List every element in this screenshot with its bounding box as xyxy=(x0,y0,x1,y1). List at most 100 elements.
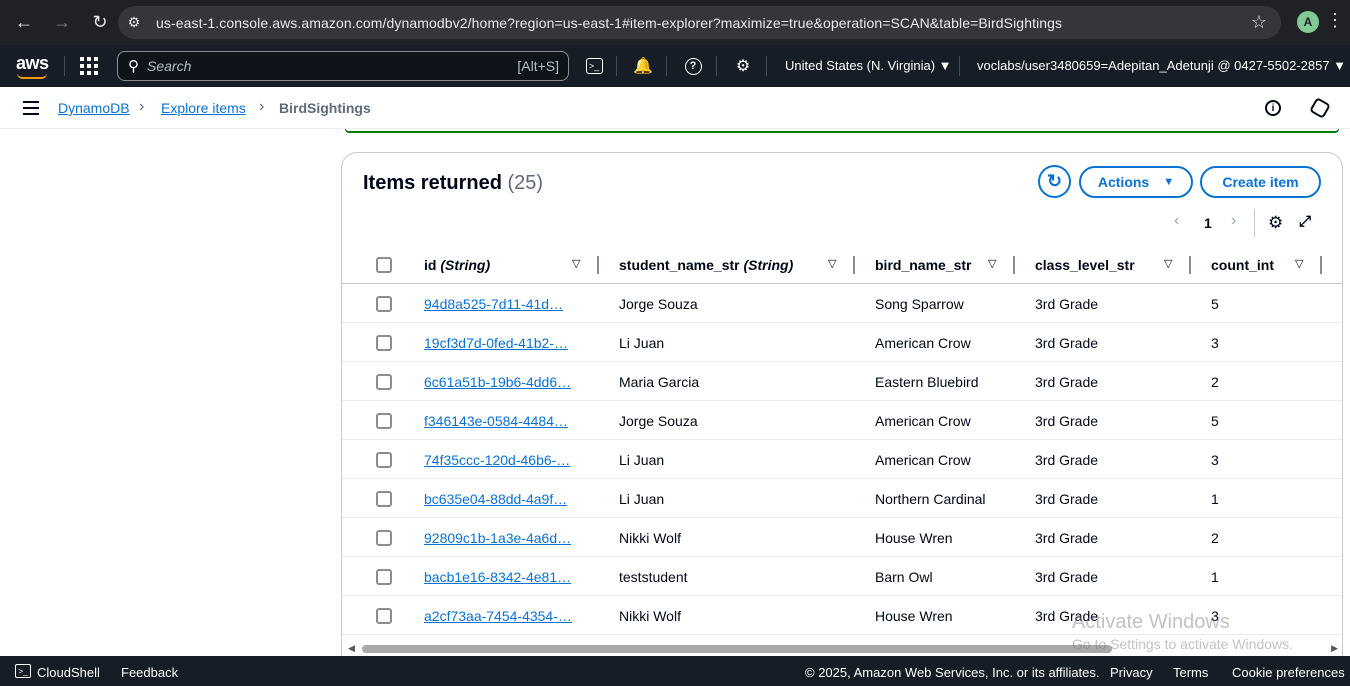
col-header-student-name[interactable]: student_name_str (String) xyxy=(619,257,793,273)
refresh-button[interactable]: ↻ xyxy=(1038,165,1071,198)
col-resizer[interactable] xyxy=(1189,256,1191,274)
col-header-id[interactable]: id (String) xyxy=(424,257,490,273)
row-checkbox[interactable] xyxy=(376,608,392,624)
item-id-link[interactable]: 6c61a51b-19b6-4dd6… xyxy=(424,374,571,390)
breadcrumb-explore-items[interactable]: Explore items xyxy=(161,100,246,116)
table-row[interactable]: 94d8a525-7d11-41d… Jorge Souza Song Spar… xyxy=(342,284,1342,323)
cell-count: 5 xyxy=(1211,296,1219,312)
create-item-button[interactable]: Create item xyxy=(1200,166,1321,198)
help-icon[interactable]: ? xyxy=(681,54,705,78)
cloudshell-icon[interactable]: >_ xyxy=(15,664,31,678)
item-id-link[interactable]: a2cf73aa-7454-4354-… xyxy=(424,608,572,624)
item-id-link[interactable]: 94d8a525-7d11-41d… xyxy=(424,296,563,312)
bell-icon[interactable]: 🔔 xyxy=(631,54,655,78)
row-checkbox[interactable] xyxy=(376,491,392,507)
sort-caret-icon[interactable]: ▽ xyxy=(988,257,996,270)
row-checkbox[interactable] xyxy=(376,335,392,351)
windows-watermark-subtitle: Go to Settings to activate Windows. xyxy=(1072,636,1293,652)
pager-current-page[interactable]: 1 xyxy=(1204,215,1212,231)
col-header-bird-name[interactable]: bird_name_str xyxy=(875,257,971,273)
col-header-count[interactable]: count_int xyxy=(1211,257,1274,273)
kebab-menu-icon[interactable]: ⋮ xyxy=(1326,10,1344,31)
copyright-text: © 2025, Amazon Web Services, Inc. or its… xyxy=(805,665,1100,680)
region-selector[interactable]: United States (N. Virginia) ▼ xyxy=(785,58,952,73)
pager-next-icon[interactable]: › xyxy=(1231,212,1236,230)
actions-button[interactable]: Actions ▼ xyxy=(1079,166,1193,198)
table-preferences-gear-icon[interactable]: ⚙ xyxy=(1268,213,1283,233)
cell-student-name: Jorge Souza xyxy=(619,296,698,312)
success-banner-edge xyxy=(345,129,1339,133)
item-id-link[interactable]: 92809c1b-1a3e-4a6d… xyxy=(424,530,571,546)
cloudshell-link[interactable]: CloudShell xyxy=(37,665,100,680)
col-resizer[interactable] xyxy=(1320,256,1322,274)
cloudshell-icon[interactable]: >_ xyxy=(582,54,606,78)
table-row[interactable]: bc635e04-88dd-4a9f… Li Juan Northern Car… xyxy=(342,479,1342,518)
item-id-link[interactable]: 74f35ccc-120d-46b6-… xyxy=(424,452,570,468)
breadcrumb-dynamodb[interactable]: DynamoDB xyxy=(58,100,130,116)
hamburger-menu-icon[interactable] xyxy=(23,101,39,119)
row-checkbox[interactable] xyxy=(376,569,392,585)
browser-toolbar: ← → ↻ ⚙ us-east-1.console.aws.amazon.com… xyxy=(0,0,1350,45)
row-checkbox[interactable] xyxy=(376,413,392,429)
nav-divider xyxy=(666,56,667,76)
row-checkbox[interactable] xyxy=(376,452,392,468)
gear-icon[interactable]: ⚙ xyxy=(731,54,755,78)
table-row[interactable]: 92809c1b-1a3e-4a6d… Nikki Wolf House Wre… xyxy=(342,518,1342,557)
cookie-preferences-link[interactable]: Cookie preferences xyxy=(1232,665,1345,680)
row-checkbox[interactable] xyxy=(376,530,392,546)
profile-avatar[interactable]: A xyxy=(1297,11,1319,33)
address-bar[interactable]: ⚙ us-east-1.console.aws.amazon.com/dynam… xyxy=(118,6,1281,39)
row-checkbox[interactable] xyxy=(376,296,392,312)
table-row[interactable]: f346143e-0584-4484… Jorge Souza American… xyxy=(342,401,1342,440)
scrollbar-thumb[interactable] xyxy=(362,645,1112,653)
item-id-link[interactable]: bacb1e16-8342-4e81… xyxy=(424,569,571,585)
col-name: student_name_str xyxy=(619,257,740,273)
item-id-link[interactable]: f346143e-0584-4484… xyxy=(424,413,568,429)
back-arrow-icon[interactable]: ← xyxy=(6,5,42,41)
cell-count: 5 xyxy=(1211,413,1219,429)
cell-bird-name: House Wren xyxy=(875,608,953,624)
col-resizer[interactable] xyxy=(853,256,855,274)
account-menu[interactable]: voclabs/user3480659=Adepitan_Adetunji @ … xyxy=(977,58,1346,73)
reload-icon[interactable]: ↻ xyxy=(82,5,118,41)
pager-prev-icon[interactable]: ‹ xyxy=(1174,212,1179,230)
sort-caret-icon[interactable]: ▽ xyxy=(572,257,580,270)
table-row[interactable]: 74f35ccc-120d-46b6-… Li Juan American Cr… xyxy=(342,440,1342,479)
services-grid-icon[interactable] xyxy=(80,57,98,75)
breadcrumb-current: BirdSightings xyxy=(279,100,371,116)
terms-link[interactable]: Terms xyxy=(1173,665,1208,680)
table-row[interactable]: 6c61a51b-19b6-4dd6… Maria Garcia Eastern… xyxy=(342,362,1342,401)
sort-caret-icon[interactable]: ▽ xyxy=(1164,257,1172,270)
col-resizer[interactable] xyxy=(597,256,599,274)
site-info-icon[interactable]: ⚙ xyxy=(118,14,150,31)
search-input[interactable] xyxy=(147,58,487,74)
cell-class-level: 3rd Grade xyxy=(1035,374,1099,390)
info-icon[interactable]: i xyxy=(1265,100,1281,116)
row-checkbox[interactable] xyxy=(376,374,392,390)
fullscreen-icon[interactable]: ⤢ xyxy=(1299,213,1311,230)
select-all-checkbox[interactable] xyxy=(376,257,392,273)
table-row[interactable]: bacb1e16-8342-4e81… teststudent Barn Owl… xyxy=(342,557,1342,596)
aws-logo[interactable]: aws xyxy=(16,53,49,79)
col-resizer[interactable] xyxy=(1013,256,1015,274)
breadcrumb-bar: DynamoDB › Explore items › BirdSightings… xyxy=(0,87,1350,205)
item-id-link[interactable]: 19cf3d7d-0fed-41b2-… xyxy=(424,335,568,351)
settings-hex-icon[interactable] xyxy=(1309,97,1331,119)
sort-caret-icon[interactable]: ▽ xyxy=(828,257,836,270)
table-row[interactable]: 19cf3d7d-0fed-41b2-… Li Juan American Cr… xyxy=(342,323,1342,362)
feedback-link[interactable]: Feedback xyxy=(121,665,178,680)
col-header-class-level[interactable]: class_level_str xyxy=(1035,257,1135,273)
privacy-link[interactable]: Privacy xyxy=(1110,665,1153,680)
actions-label: Actions xyxy=(1097,174,1150,190)
item-id-link[interactable]: bc635e04-88dd-4a9f… xyxy=(424,491,567,507)
cell-count: 2 xyxy=(1211,530,1219,546)
scroll-left-icon[interactable]: ◀ xyxy=(348,643,355,654)
sort-caret-icon[interactable]: ▽ xyxy=(1295,257,1303,270)
items-table: id (String) ▽ student_name_str (String) … xyxy=(342,245,1342,635)
cell-student-name: Nikki Wolf xyxy=(619,530,681,546)
forward-arrow-icon[interactable]: → xyxy=(44,5,80,41)
bookmark-star-icon[interactable]: ☆ xyxy=(1251,12,1267,33)
scroll-right-icon[interactable]: ▶ xyxy=(1331,643,1338,654)
cell-bird-name: Eastern Bluebird xyxy=(875,374,979,390)
console-search[interactable]: ⚲ [Alt+S] xyxy=(117,51,569,81)
